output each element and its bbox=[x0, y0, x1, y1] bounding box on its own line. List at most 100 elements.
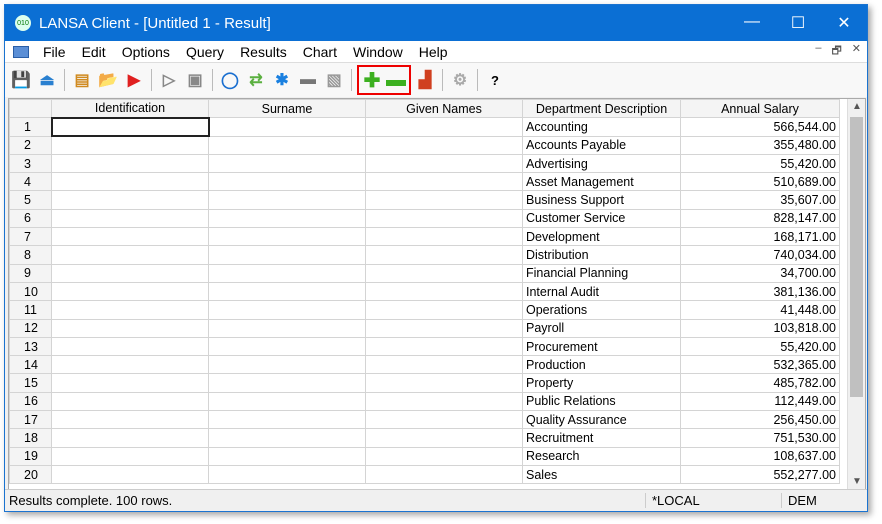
department-cell[interactable]: Distribution bbox=[522, 245, 681, 265]
identification-cell[interactable] bbox=[51, 428, 209, 448]
surname-cell[interactable] bbox=[208, 153, 366, 174]
given-names-cell[interactable] bbox=[365, 208, 523, 229]
scroll-up-icon[interactable]: ▲ bbox=[848, 101, 865, 112]
identification-cell[interactable] bbox=[51, 281, 209, 302]
salary-cell[interactable]: 751,530.00 bbox=[680, 428, 840, 448]
row-number[interactable]: 19 bbox=[9, 446, 52, 466]
help-icon[interactable]: ? bbox=[483, 68, 507, 92]
salary-cell[interactable]: 35,607.00 bbox=[680, 190, 840, 210]
table-row[interactable]: 9 Financial Planning 34,700.00 bbox=[9, 263, 840, 283]
maximize-button[interactable]: ☐ bbox=[775, 13, 821, 33]
menu-chart[interactable]: Chart bbox=[295, 44, 345, 60]
department-cell[interactable]: Customer Service bbox=[522, 208, 681, 229]
salary-cell[interactable]: 55,420.00 bbox=[680, 336, 840, 357]
table-row[interactable]: 5 Business Support 35,607.00 bbox=[9, 190, 840, 210]
identification-cell[interactable] bbox=[51, 190, 209, 210]
row-number[interactable]: 8 bbox=[9, 245, 52, 265]
surname-cell[interactable] bbox=[208, 300, 366, 320]
table-row[interactable]: 3 Advertising 55,420.00 bbox=[9, 153, 840, 174]
department-cell[interactable]: Production bbox=[522, 355, 681, 375]
department-cell[interactable]: Accounts Payable bbox=[522, 135, 681, 155]
corner-cell[interactable] bbox=[9, 99, 52, 119]
identification-cell[interactable] bbox=[51, 373, 209, 393]
surname-cell[interactable] bbox=[208, 281, 366, 302]
salary-cell[interactable]: 566,544.00 bbox=[680, 117, 840, 137]
field-icon[interactable]: ▬ bbox=[296, 68, 320, 92]
surname-cell[interactable] bbox=[208, 172, 366, 192]
given-names-cell[interactable] bbox=[365, 391, 523, 412]
row-number[interactable]: 14 bbox=[9, 355, 52, 375]
given-names-cell[interactable] bbox=[365, 446, 523, 466]
row-number[interactable]: 17 bbox=[9, 410, 52, 430]
given-names-cell[interactable] bbox=[365, 172, 523, 192]
mdi-minimize-button[interactable]: – bbox=[815, 42, 821, 61]
row-number[interactable]: 4 bbox=[9, 172, 52, 192]
row-number[interactable]: 13 bbox=[9, 336, 52, 357]
surname-cell[interactable] bbox=[208, 208, 366, 229]
salary-cell[interactable]: 552,277.00 bbox=[680, 464, 840, 485]
new-query-icon[interactable]: ▤ bbox=[70, 68, 94, 92]
department-cell[interactable]: Quality Assurance bbox=[522, 410, 681, 430]
report-icon[interactable]: ▧ bbox=[322, 68, 346, 92]
add-icon[interactable]: ✚ bbox=[360, 68, 384, 92]
identification-cell[interactable] bbox=[51, 464, 209, 485]
salary-cell[interactable]: 108,637.00 bbox=[680, 446, 840, 466]
given-names-cell[interactable] bbox=[365, 373, 523, 393]
surname-cell[interactable] bbox=[208, 464, 366, 485]
row-number[interactable]: 15 bbox=[9, 373, 52, 393]
minimize-button[interactable]: — bbox=[729, 13, 775, 33]
surname-cell[interactable] bbox=[208, 227, 366, 247]
surname-cell[interactable] bbox=[208, 373, 366, 393]
identification-cell[interactable] bbox=[51, 263, 209, 283]
table-row[interactable]: 17 Quality Assurance 256,450.00 bbox=[9, 410, 840, 430]
identification-cell[interactable] bbox=[51, 300, 209, 320]
document-grid-icon[interactable] bbox=[13, 45, 29, 58]
mdi-close-button[interactable]: ✕ bbox=[852, 42, 861, 61]
given-names-cell[interactable] bbox=[365, 245, 523, 265]
salary-cell[interactable]: 828,147.00 bbox=[680, 208, 840, 229]
menu-window[interactable]: Window bbox=[345, 44, 411, 60]
department-cell[interactable]: Sales bbox=[522, 464, 681, 485]
given-names-cell[interactable] bbox=[365, 135, 523, 155]
salary-cell[interactable]: 740,034.00 bbox=[680, 245, 840, 265]
department-cell[interactable]: Operations bbox=[522, 300, 681, 320]
stop-icon[interactable]: ▣ bbox=[183, 68, 207, 92]
department-cell[interactable]: Advertising bbox=[522, 153, 681, 174]
row-number[interactable]: 11 bbox=[9, 300, 52, 320]
settings-gears-icon[interactable]: ⚙ bbox=[448, 68, 472, 92]
surname-cell[interactable] bbox=[208, 135, 366, 155]
given-names-cell[interactable] bbox=[365, 318, 523, 338]
menu-help[interactable]: Help bbox=[411, 44, 456, 60]
scrollbar-thumb[interactable] bbox=[850, 117, 863, 397]
salary-cell[interactable]: 532,365.00 bbox=[680, 355, 840, 375]
salary-cell[interactable]: 112,449.00 bbox=[680, 391, 840, 412]
given-names-cell[interactable] bbox=[365, 410, 523, 430]
table-row[interactable]: 16 Public Relations 112,449.00 bbox=[9, 391, 840, 412]
arrows-icon[interactable]: ⇄ bbox=[244, 68, 268, 92]
table-row[interactable]: 18 Recruitment 751,530.00 bbox=[9, 428, 840, 448]
table-row[interactable]: 14 Production 532,365.00 bbox=[9, 355, 840, 375]
salary-cell[interactable]: 381,136.00 bbox=[680, 281, 840, 302]
menu-file[interactable]: File bbox=[35, 44, 74, 60]
identification-cell[interactable] bbox=[51, 135, 209, 155]
row-number[interactable]: 20 bbox=[9, 464, 52, 485]
column-header-given-names[interactable]: Given Names bbox=[365, 99, 523, 119]
department-cell[interactable]: Business Support bbox=[522, 190, 681, 210]
identification-cell[interactable] bbox=[51, 172, 209, 192]
surname-cell[interactable] bbox=[208, 446, 366, 466]
given-names-cell[interactable] bbox=[365, 263, 523, 283]
row-number[interactable]: 10 bbox=[9, 281, 52, 302]
salary-cell[interactable]: 41,448.00 bbox=[680, 300, 840, 320]
surname-cell[interactable] bbox=[208, 428, 366, 448]
table-row[interactable]: 2 Accounts Payable 355,480.00 bbox=[9, 135, 840, 155]
salary-cell[interactable]: 485,782.00 bbox=[680, 373, 840, 393]
salary-cell[interactable]: 55,420.00 bbox=[680, 153, 840, 174]
circle-icon[interactable]: ◯ bbox=[218, 68, 242, 92]
table-row[interactable]: 4 Asset Management 510,689.00 bbox=[9, 172, 840, 192]
vertical-scrollbar[interactable]: ▲ ▼ bbox=[847, 99, 865, 489]
given-names-cell[interactable] bbox=[365, 336, 523, 357]
identification-cell[interactable] bbox=[51, 336, 209, 357]
table-row[interactable]: 20 Sales 552,277.00 bbox=[9, 464, 840, 485]
row-number[interactable]: 12 bbox=[9, 318, 52, 338]
table-row[interactable]: 7 Development 168,171.00 bbox=[9, 227, 840, 247]
